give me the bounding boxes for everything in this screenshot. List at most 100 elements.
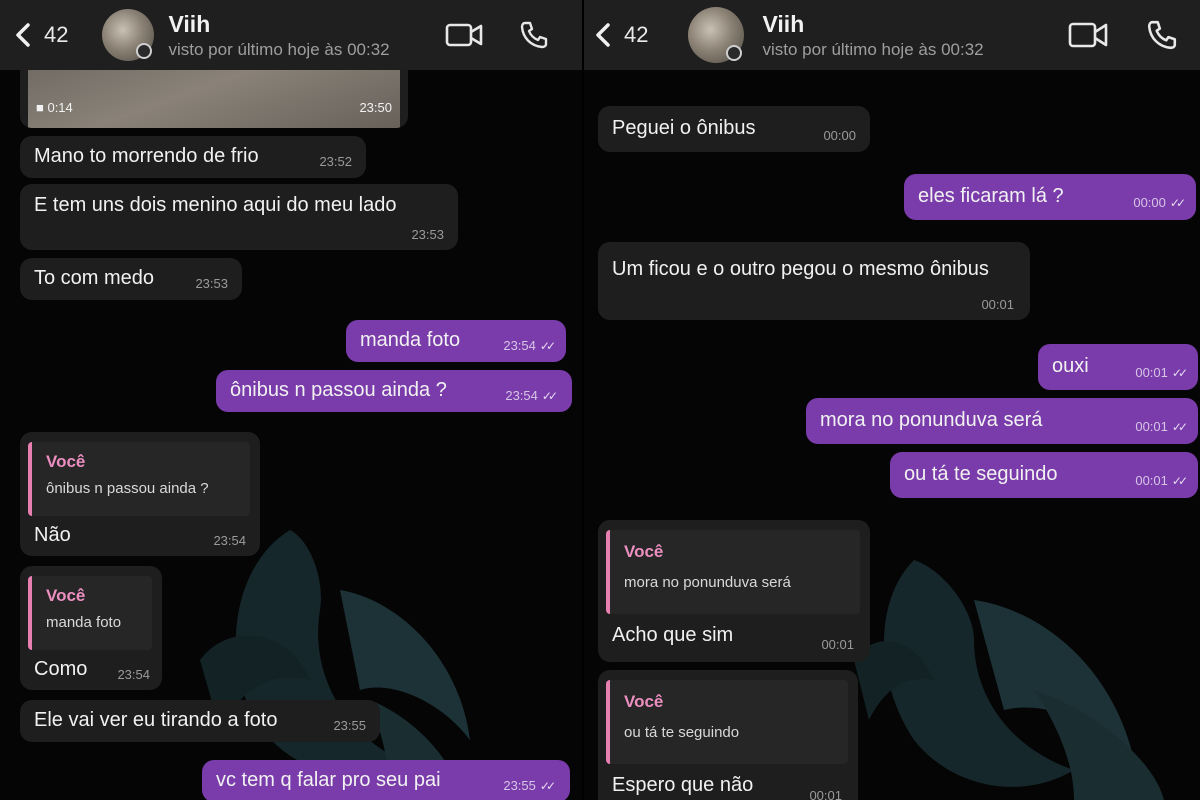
reply-message-bubble[interactable]: Você mora no ponunduva será Acho que sim… [598,520,870,662]
message-bubble-outgoing[interactable]: manda foto 23:54 ✓✓ [346,320,566,362]
message-text: Espero que não [612,774,754,796]
message-text: Acho que sim [612,624,734,646]
message-time: 00:01 ✓✓ [1135,365,1188,380]
double-check-icon: ✓✓ [1171,474,1188,488]
message-time: 23:55 [333,718,366,733]
contact-name: Viih [168,10,211,37]
message-time: 00:01 [981,297,1014,312]
message-time: 23:54 [117,667,150,682]
message-time: 23:54 [213,533,246,548]
reply-message-bubble[interactable]: Você ônibus n passou ainda ? Não 23:54 [20,432,260,556]
message-bubble-outgoing[interactable]: eles ficaram lá ? 00:00 ✓✓ [904,174,1196,220]
quote-text: ou tá te seguindo [624,724,740,741]
message-bubble-incoming[interactable]: Mano to morrendo de frio 23:52 [20,136,366,178]
status-icon [136,43,153,59]
quote-author: Você [46,586,86,605]
message-text: ônibus n passou ainda ? [230,379,447,402]
message-bubble-incoming[interactable]: Peguei o ônibus 00:00 [598,106,870,152]
message-bubble-incoming[interactable]: To com medo 23:53 [20,258,242,300]
video-camera-icon [445,23,483,47]
phone-icon [520,21,548,49]
double-check-icon: ✓✓ [539,339,556,353]
message-time: 00:00 ✓✓ [1133,195,1186,210]
message-bubble-outgoing[interactable]: ouxi 00:01 ✓✓ [1038,344,1198,390]
message-time: 00:01 [821,637,854,652]
message-text: Como [34,658,88,680]
video-duration: ■ 0:14 [36,100,73,115]
phone-icon [1147,20,1177,50]
video-message[interactable]: ■ 0:14 23:50 [20,60,408,128]
message-text: Mano to morrendo de frio [34,145,259,168]
message-text: ou tá te seguindo [904,463,1058,486]
unread-count: 42 [44,22,69,47]
message-time: 23:52 [319,154,352,169]
avatar[interactable] [102,9,155,61]
message-time: 23:53 [195,276,228,291]
double-check-icon: ✓✓ [1169,196,1186,210]
quote-author: Você [46,452,86,471]
quote-author: Você [624,692,664,711]
video-call-button[interactable] [1068,15,1108,55]
quoted-message[interactable]: Você manda foto [28,576,152,650]
message-bubble-outgoing[interactable]: vc tem q falar pro seu pai 23:55 ✓✓ [202,760,570,800]
chat-screenshot-left: 42 Viih visto por último hoje às 00:32 ■… [0,0,582,800]
message-text: eles ficaram lá ? [918,185,1064,208]
chat-header: 42 Viih visto por último hoje às 00:32 [0,0,582,70]
quoted-message[interactable]: Você ônibus n passou ainda ? [28,442,250,516]
video-call-button[interactable] [444,15,484,55]
quoted-message[interactable]: Você mora no ponunduva será [606,530,860,614]
message-time: 23:54 ✓✓ [503,338,556,353]
message-bubble-incoming[interactable]: Um ficou e o outro pegou o mesmo ônibus … [598,242,1030,320]
message-bubble-outgoing[interactable]: ônibus n passou ainda ? 23:54 ✓✓ [216,370,572,412]
quoted-message[interactable]: Você ou tá te seguindo [606,680,848,764]
message-text: Peguei o ônibus [612,117,756,140]
message-text: manda foto [360,329,461,352]
message-time: 23:54 ✓✓ [505,388,558,403]
message-text: Um ficou e o outro pegou o mesmo ônibus [612,258,989,280]
video-camera-icon [1068,22,1108,48]
message-bubble-outgoing[interactable]: mora no ponunduva será 00:01 ✓✓ [806,398,1198,444]
header-actions [1068,15,1182,55]
message-text: Não [34,524,71,546]
contact-info[interactable]: Viih visto por último hoje às 00:32 [168,11,389,60]
message-time: 23:55 ✓✓ [503,778,556,793]
chat-screenshot-right: 42 Viih visto por último hoje às 00:32 P… [584,0,1200,800]
contact-info[interactable]: Viih visto por último hoje às 00:32 [762,11,983,60]
chat-header: 42 Viih visto por último hoje às 00:32 [584,0,1200,70]
quote-author: Você [624,542,664,561]
chevron-left-icon [596,23,610,47]
status-icon [726,45,743,61]
message-bubble-incoming[interactable]: E tem uns dois menino aqui do meu lado 2… [20,184,458,250]
avatar[interactable] [688,7,745,63]
video-thumbnail [28,60,400,128]
voice-call-button[interactable] [514,15,554,55]
voice-call-button[interactable] [1142,15,1182,55]
message-bubble-outgoing[interactable]: ou tá te seguindo 00:01 ✓✓ [890,452,1198,498]
double-check-icon: ✓✓ [539,779,556,793]
back-button[interactable]: 42 [12,22,68,48]
message-text: vc tem q falar pro seu pai [216,769,441,792]
reply-message-bubble[interactable]: Você ou tá te seguindo Espero que não 00… [598,670,858,800]
double-check-icon: ✓✓ [1171,420,1188,434]
header-actions [444,15,554,55]
message-text: mora no ponunduva será [820,409,1043,432]
message-time: 00:00 [823,128,856,143]
quote-text: ônibus n passou ainda ? [46,480,209,497]
message-text: E tem uns dois menino aqui do meu lado [34,194,397,216]
contact-name: Viih [762,10,805,37]
double-check-icon: ✓✓ [1171,366,1188,380]
last-seen-status: visto por último hoje às 00:32 [168,39,390,59]
message-time: 00:01 ✓✓ [1135,419,1188,434]
leaf-wallpaper-decoration [854,560,1164,800]
reply-message-bubble[interactable]: Você manda foto Como 23:54 [20,566,162,690]
quote-text: manda foto [46,614,122,631]
quote-text: mora no ponunduva será [624,574,791,591]
message-bubble-incoming[interactable]: Ele vai ver eu tirando a foto 23:55 [20,700,380,742]
double-check-icon: ✓✓ [541,389,558,403]
message-text: ouxi [1052,355,1089,378]
message-time: 00:01 ✓✓ [1135,473,1188,488]
message-text: To com medo [34,267,155,290]
last-seen-status: visto por último hoje às 00:32 [762,39,984,59]
message-text: Ele vai ver eu tirando a foto [34,709,278,732]
back-button[interactable]: 42 [592,22,648,48]
